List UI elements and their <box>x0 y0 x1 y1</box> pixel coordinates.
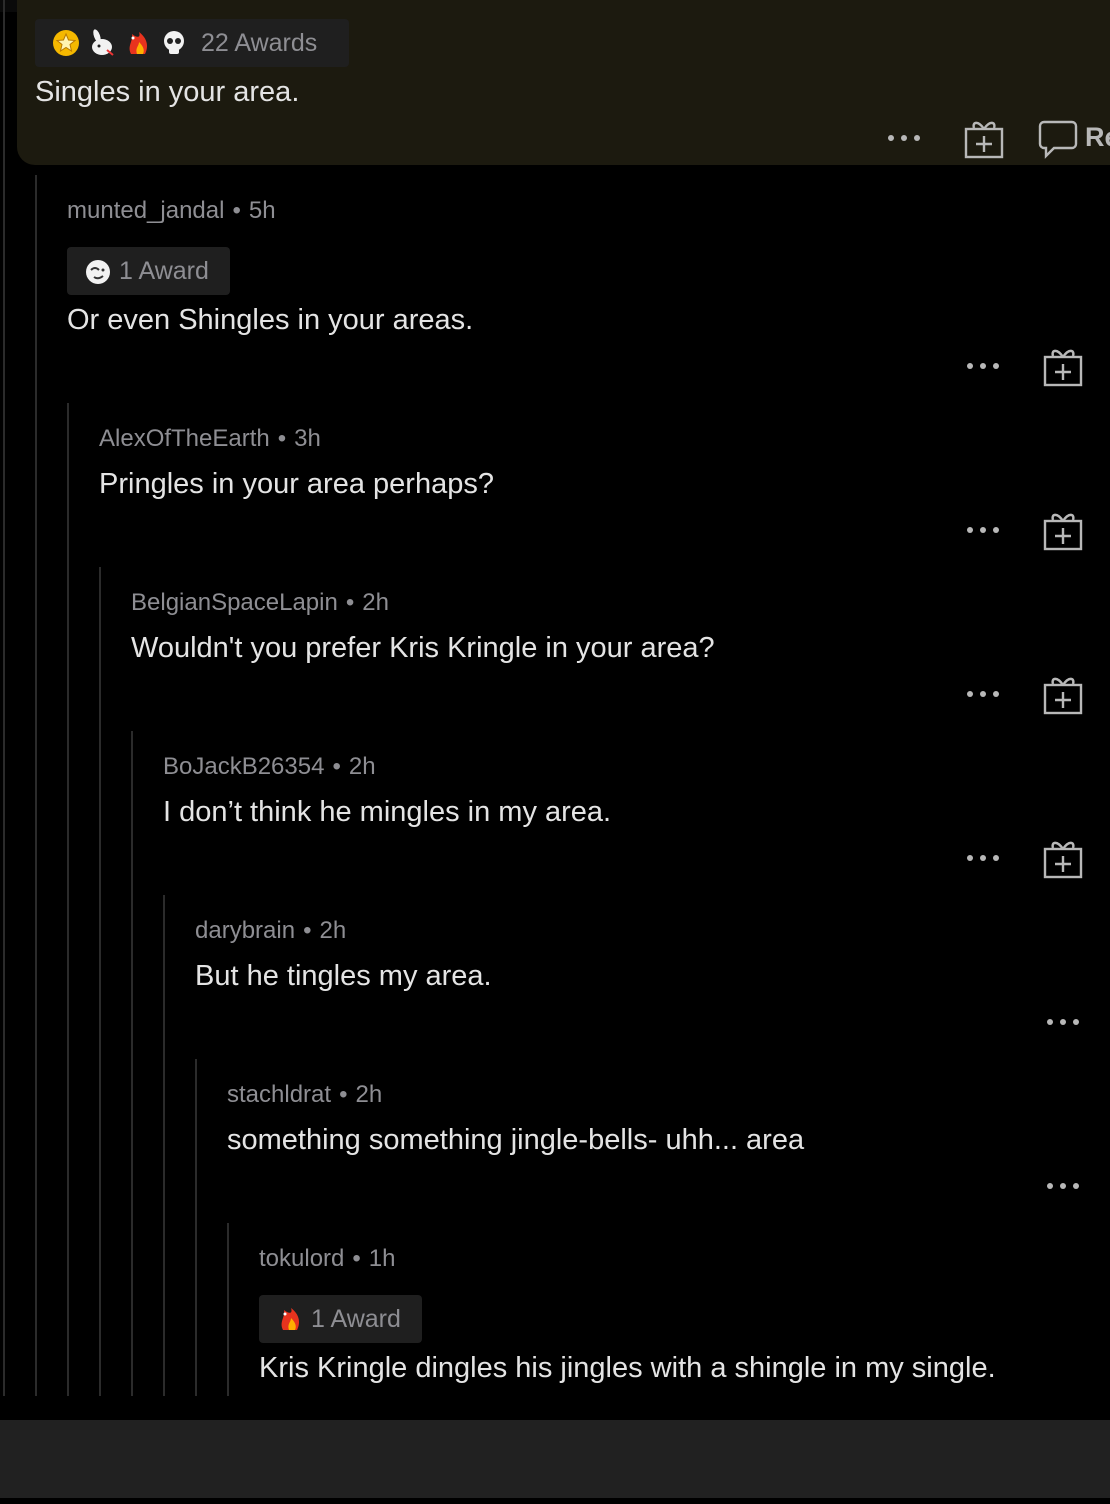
comment-age: 5h <box>248 197 276 224</box>
give-award-icon[interactable] <box>1042 674 1084 716</box>
comment-author[interactable]: stachldrat <box>227 1081 331 1108</box>
meta-separator: • <box>332 753 341 780</box>
more-options-icon[interactable] <box>1045 1014 1081 1030</box>
thread-line-3[interactable] <box>99 567 101 1396</box>
comment-meta: darybrain • 2h <box>195 917 346 945</box>
meta-separator: • <box>339 1081 348 1108</box>
comment-author[interactable]: BoJackB26354 <box>163 753 324 780</box>
skull-award-icon <box>164 31 184 54</box>
give-award-icon[interactable] <box>1042 838 1084 880</box>
comment-meta: BelgianSpaceLapin • 2h <box>131 589 389 617</box>
comment-age: 2h <box>362 589 389 616</box>
star-award-icon <box>53 30 79 56</box>
comment-author[interactable]: munted_jandal <box>67 197 224 224</box>
comment-body: But he tingles my area. <box>195 960 492 992</box>
more-options-icon[interactable] <box>965 686 1001 702</box>
comment-author[interactable]: AlexOfTheEarth <box>99 425 270 452</box>
comment-body: Pringles in your area perhaps? <box>99 468 494 500</box>
awards-badge[interactable]: 22 Awards <box>35 19 349 67</box>
comment-body: Singles in your area. <box>35 76 300 108</box>
give-award-icon[interactable] <box>1042 510 1084 552</box>
awards-badge[interactable]: 1 Award <box>67 247 230 295</box>
meta-separator: • <box>345 589 355 616</box>
comment-age: 2h <box>355 1081 383 1108</box>
comment-meta: munted_jandal • 5h <box>67 197 276 225</box>
more-options-icon[interactable] <box>965 522 1001 538</box>
rabbit-award-icon <box>92 29 114 56</box>
thread-line-4[interactable] <box>131 731 133 1396</box>
awards-badge[interactable]: 1 Award <box>259 1295 422 1343</box>
give-award-icon[interactable] <box>963 118 1005 160</box>
comment-body: something something jingle-bells- uhh...… <box>227 1124 805 1156</box>
fire-rooster-award-icon <box>281 1308 299 1330</box>
comment-body: Kris Kringle dingles his jingles with a … <box>259 1352 996 1384</box>
reply-icon[interactable] <box>1038 118 1078 160</box>
reply-button-label[interactable]: Re <box>1085 122 1110 153</box>
awards-count: 1 Award <box>311 1304 401 1333</box>
comment-body: Wouldn't you prefer Kris Kringle in your… <box>131 632 715 664</box>
more-options-icon[interactable] <box>886 130 922 146</box>
thread-line-6[interactable] <box>195 1059 197 1396</box>
meta-separator: • <box>232 197 241 224</box>
thread-line-5[interactable] <box>163 895 165 1396</box>
more-options-icon[interactable] <box>965 850 1001 866</box>
comment-body: Or even Shingles in your areas. <box>67 304 474 336</box>
comment-age: 2h <box>319 917 347 944</box>
thread-line-2[interactable] <box>67 403 69 1396</box>
comment-age: 3h <box>294 425 321 452</box>
comment-age: 2h <box>348 753 376 780</box>
meta-separator: • <box>303 917 312 944</box>
comment-author[interactable]: darybrain <box>195 917 295 944</box>
face-award-icon <box>86 260 110 284</box>
more-options-icon[interactable] <box>1045 1178 1081 1194</box>
comment-author[interactable]: BelgianSpaceLapin <box>131 589 338 616</box>
thread-line-0[interactable] <box>3 0 5 1396</box>
meta-separator: • <box>277 425 287 452</box>
thread-line-1[interactable] <box>35 175 37 1396</box>
comment-meta: AlexOfTheEarth • 3h <box>99 425 321 453</box>
comment-age: 1h <box>368 1245 396 1272</box>
meta-separator: • <box>352 1245 361 1272</box>
comment-body: I don’t think he mingles in my area. <box>163 796 612 828</box>
bottom-bar <box>0 1420 1110 1498</box>
fire-rooster-award-icon <box>129 32 147 54</box>
thread-line-7[interactable] <box>227 1223 229 1396</box>
bottom-separator <box>0 1396 1110 1420</box>
comment-meta: stachldrat • 2h <box>227 1081 382 1109</box>
comment-meta: BoJackB26354 • 2h <box>163 753 376 781</box>
more-options-icon[interactable] <box>965 358 1001 374</box>
comment-author[interactable]: tokulord <box>259 1245 344 1272</box>
awards-count: 22 Awards <box>201 28 318 57</box>
comment-meta: tokulord • 1h <box>259 1245 396 1273</box>
give-award-icon[interactable] <box>1042 346 1084 388</box>
awards-count: 1 Award <box>119 256 209 285</box>
